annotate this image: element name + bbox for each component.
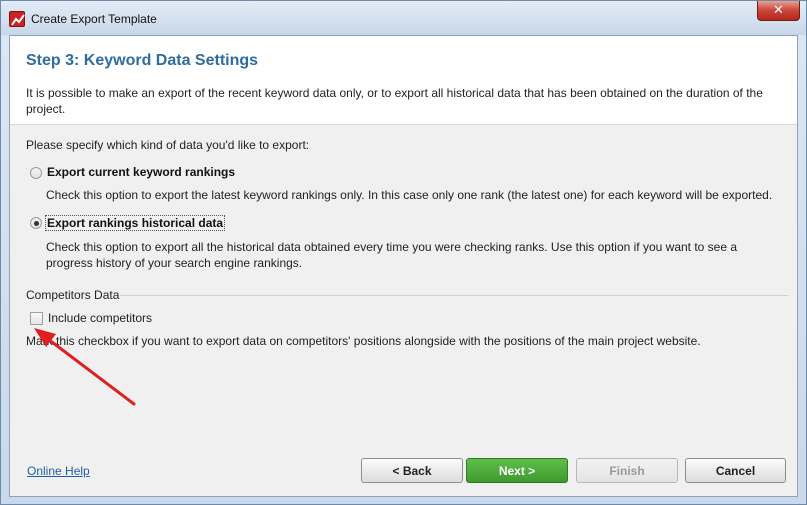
option-label-export-historical[interactable]: Export rankings historical data (45, 215, 226, 231)
cancel-button[interactable]: Cancel (685, 458, 786, 483)
step-header: Step 3: Keyword Data Settings It is poss… (10, 36, 797, 125)
finish-button[interactable]: Finish (576, 458, 678, 483)
next-button[interactable]: Next > (466, 458, 568, 483)
option-description-export-historical: Check this option to export all the hist… (46, 240, 738, 270)
group-divider (120, 295, 788, 296)
wizard-panel: Step 3: Keyword Data Settings It is poss… (9, 35, 798, 497)
include-competitors-label[interactable]: Include competitors (48, 311, 152, 325)
online-help-link[interactable]: Online Help (27, 464, 90, 478)
dialog-window: Create Export Template ✕ Step 3: Keyword… (0, 0, 807, 505)
title-bar[interactable]: Create Export Template ✕ (1, 1, 806, 35)
radio-export-current[interactable] (30, 167, 42, 179)
competitors-description: Mark this checkbox if you want to export… (26, 334, 701, 348)
radio-export-historical[interactable] (30, 217, 42, 229)
app-logo-icon (9, 11, 25, 27)
include-competitors-checkbox[interactable] (30, 312, 43, 325)
back-button[interactable]: < Back (361, 458, 463, 483)
option-label-export-current[interactable]: Export current keyword rankings (47, 165, 235, 179)
export-type-prompt: Please specify which kind of data you'd … (26, 138, 310, 152)
window-title: Create Export Template (31, 12, 157, 26)
step-description: It is possible to make an export of the … (26, 86, 763, 116)
window-close-button[interactable]: ✕ (757, 1, 800, 21)
competitors-group-label: Competitors Data (26, 288, 120, 302)
close-icon: ✕ (773, 3, 784, 18)
option-description-export-current: Check this option to export the latest k… (46, 188, 773, 202)
step-title: Step 3: Keyword Data Settings (26, 52, 259, 69)
